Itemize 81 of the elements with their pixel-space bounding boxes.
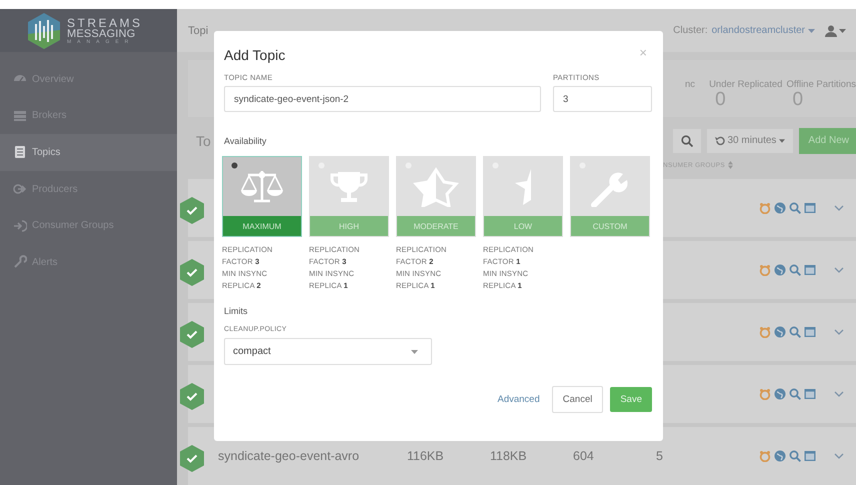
search-icon: [680, 134, 692, 147]
table-cell: 5: [656, 449, 663, 463]
chevron-down-icon[interactable]: [834, 205, 844, 211]
document-icon: [13, 145, 27, 160]
section-heading: Availability: [224, 136, 268, 146]
history-icon: [714, 136, 724, 146]
radio-icon: [231, 162, 238, 169]
stat-label: Offline Partitions: [786, 79, 856, 90]
cancel-button[interactable]: Cancel: [552, 386, 604, 413]
arrow-icon: [13, 218, 27, 233]
wrench-icon: [13, 255, 27, 270]
alarm-clock-icon[interactable]: [759, 388, 771, 400]
check-icon: [180, 383, 204, 410]
time-range-dropdown[interactable]: 30 minutes: [706, 128, 794, 153]
logo-text: STREAMS: [67, 16, 143, 28]
calendar-icon[interactable]: [804, 326, 816, 338]
search-icon[interactable]: [789, 388, 801, 400]
logo-icon: [27, 12, 61, 50]
sort-icon: [728, 161, 734, 170]
caret-icon: [779, 138, 786, 143]
section-heading: Limits: [224, 306, 249, 316]
section-title: To: [196, 132, 211, 149]
cleanup-policy-dropdown[interactable]: compact: [224, 338, 432, 365]
globe-icon[interactable]: [774, 388, 786, 400]
save-button[interactable]: Save: [610, 387, 652, 412]
cluster-dropdown[interactable]: orlandostreamcluster: [712, 25, 815, 36]
chevron-down-icon[interactable]: [834, 329, 844, 335]
chevron-down-icon[interactable]: [834, 453, 844, 459]
half-star-icon: [515, 168, 531, 204]
dialog-title: Add Topic: [224, 47, 286, 63]
user-icon: [825, 24, 837, 36]
alarm-clock-icon[interactable]: [759, 450, 771, 462]
search-icon[interactable]: [789, 264, 801, 276]
availability-option[interactable]: MAXIMUM: [222, 156, 302, 237]
advanced-link[interactable]: Advanced: [498, 387, 540, 412]
check-icon: [180, 321, 204, 348]
calendar-icon[interactable]: [804, 264, 816, 276]
globe-icon[interactable]: [774, 202, 786, 214]
availability-option[interactable]: CUSTOM: [570, 156, 650, 237]
chevron-down-icon[interactable]: [834, 267, 844, 273]
availability-option[interactable]: MODERATE: [396, 156, 476, 237]
partitions-field[interactable]: 3: [553, 86, 652, 112]
close-button[interactable]: ×: [639, 44, 652, 60]
table-cell-text: syndicate-geo-event-avro: [218, 449, 360, 463]
globe-icon[interactable]: [774, 264, 786, 276]
user-menu[interactable]: [825, 24, 846, 36]
sidebar-item[interactable]: Topics: [0, 134, 177, 171]
caret-icon: [808, 28, 815, 32]
table-cell-text: 604: [573, 449, 595, 463]
calendar-icon[interactable]: [804, 388, 816, 400]
globe-icon[interactable]: [774, 450, 786, 462]
page-title: Topi: [188, 24, 208, 36]
chevron-down-icon[interactable]: [834, 391, 844, 397]
search-icon[interactable]: [789, 450, 801, 462]
search-button[interactable]: [672, 128, 700, 153]
alarm-clock-icon[interactable]: [759, 326, 771, 338]
calendar-icon[interactable]: [804, 202, 816, 214]
logo-text: MESSAGING: [67, 28, 136, 40]
check-icon: [180, 197, 204, 224]
search-icon[interactable]: [789, 202, 801, 214]
availability-option[interactable]: LOW: [483, 156, 563, 237]
topic-name-field[interactable]: syndicate-geo-event-json-2: [224, 86, 541, 112]
check-icon: [180, 259, 204, 286]
alarm-clock-icon[interactable]: [759, 202, 771, 214]
alarm-clock-icon[interactable]: [759, 264, 771, 276]
availability-option[interactable]: HIGH: [309, 156, 389, 237]
cluster-label: Cluster:: [673, 25, 708, 36]
arrow-icon: [13, 182, 27, 196]
caret-icon: [839, 28, 846, 32]
half-star-icon: [411, 166, 461, 206]
stat-label: nc: [685, 79, 696, 90]
search-icon[interactable]: [789, 326, 801, 338]
stat-label: Under Replicated: [709, 79, 782, 90]
table-cell-text: 116KB: [407, 449, 445, 463]
globe-icon[interactable]: [774, 326, 786, 338]
calendar-icon[interactable]: [804, 450, 816, 462]
caret-icon: [411, 350, 418, 354]
add-new-button[interactable]: Add New: [799, 128, 856, 154]
table-cell-text: 118KB: [490, 449, 528, 463]
server-icon: [13, 108, 27, 123]
check-icon: [180, 445, 204, 472]
